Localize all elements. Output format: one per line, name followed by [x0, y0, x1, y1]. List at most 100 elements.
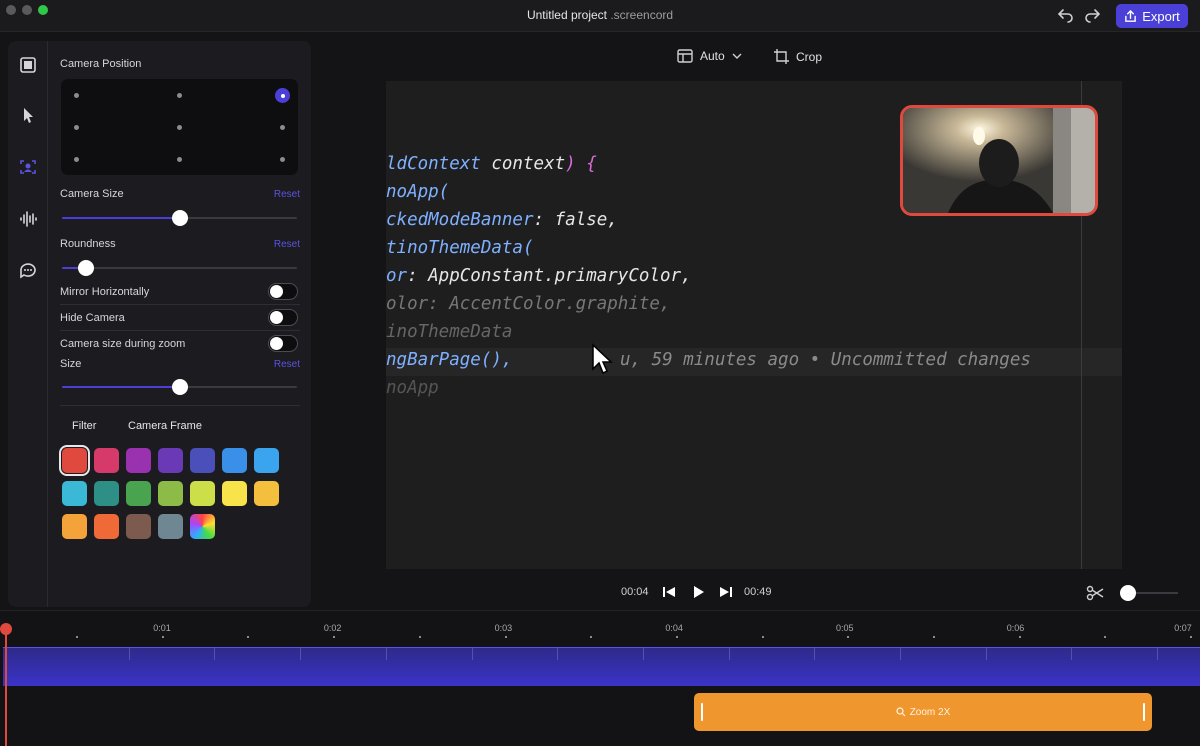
camera-size-slider[interactable]	[62, 210, 297, 226]
frame-color-swatch[interactable]	[190, 514, 215, 539]
frame-color-swatch[interactable]	[59, 445, 90, 476]
frame-color-swatch[interactable]	[222, 481, 247, 506]
roundness-reset[interactable]: Reset	[274, 239, 300, 250]
frame-color-swatch[interactable]	[158, 448, 183, 473]
frame-color-swatch[interactable]	[254, 481, 279, 506]
frame-color-swatch[interactable]	[254, 448, 279, 473]
redo-icon[interactable]	[1083, 6, 1103, 26]
tab-camera-frame[interactable]: Camera Frame	[128, 420, 202, 432]
undo-icon[interactable]	[1055, 6, 1075, 26]
zoom-clip[interactable]: Zoom 2X	[694, 693, 1152, 731]
divider	[60, 405, 300, 406]
frame-color-swatch[interactable]	[62, 514, 87, 539]
frame-color-swatch[interactable]	[158, 481, 183, 506]
size-slider[interactable]	[62, 379, 297, 395]
zoom-clip-label: Zoom 2X	[909, 706, 951, 718]
clip-frame-mark	[900, 648, 901, 660]
audio-waveform-icon[interactable]	[18, 209, 38, 229]
timeline-tick-label: 0:06	[1006, 623, 1025, 633]
position-top-left[interactable]	[74, 93, 79, 98]
frame-color-swatch[interactable]	[62, 481, 87, 506]
position-bottom-left[interactable]	[74, 157, 79, 162]
clip-frame-mark	[1157, 648, 1159, 660]
crop-icon	[774, 49, 789, 64]
project-extension: .screencord	[610, 8, 674, 22]
layout-dropdown[interactable]: Auto	[677, 49, 742, 63]
roundness-slider[interactable]	[62, 260, 297, 276]
frame-color-swatch[interactable]	[94, 481, 119, 506]
crop-button[interactable]: Crop	[774, 49, 822, 64]
mirror-horizontally-toggle[interactable]	[268, 283, 298, 300]
timeline-tick-label: 0:05	[836, 623, 854, 633]
video-track-clip[interactable]	[3, 647, 1200, 686]
timeline-zoom-slider[interactable]	[1120, 585, 1178, 601]
frame-color-swatch[interactable]	[126, 481, 151, 506]
frame-color-swatch[interactable]	[158, 514, 183, 539]
frame-color-swatch[interactable]	[94, 514, 119, 539]
clip-frame-mark	[728, 648, 730, 660]
code-token: ldContext	[386, 154, 481, 174]
frame-color-swatch[interactable]	[222, 448, 247, 473]
position-middle-center[interactable]	[177, 125, 182, 130]
screen-frame-icon[interactable]	[18, 55, 38, 75]
size-during-zoom-toggle[interactable]	[268, 335, 298, 352]
position-top-right-selected[interactable]	[275, 88, 290, 103]
timeline[interactable]: 0:01 0:02 0:03 0:04 0:05 0:06 0:07 Zoom 2X	[0, 610, 1200, 746]
code-line: olor: AccentColor.graphite,	[386, 294, 670, 314]
timeline-zoom-thumb[interactable]	[1120, 585, 1136, 601]
position-middle-left[interactable]	[74, 125, 79, 130]
position-bottom-right[interactable]	[280, 157, 285, 162]
export-button[interactable]: Export	[1116, 4, 1188, 28]
clip-frame-mark	[385, 648, 387, 660]
code-line: tinoThemeData(	[386, 238, 534, 258]
code-token: context	[480, 154, 566, 174]
frame-color-swatch[interactable]	[94, 448, 119, 473]
timeline-tick-dot	[1104, 636, 1107, 638]
timeline-tick-label: 0:01	[153, 623, 171, 633]
clip-frame-mark	[128, 648, 130, 660]
frame-color-swatch[interactable]	[126, 514, 151, 539]
timeline-tick-dot	[333, 636, 336, 638]
camera-icon[interactable]	[18, 157, 38, 177]
scissors-icon[interactable]	[1086, 585, 1104, 601]
position-middle-right[interactable]	[280, 125, 285, 130]
hide-camera-toggle[interactable]	[268, 309, 298, 326]
zoom-clip-right-handle[interactable]	[1143, 703, 1145, 721]
roundness-thumb[interactable]	[77, 260, 94, 276]
timeline-tick-dot	[418, 636, 421, 638]
video-preview[interactable]: ldContext context) {noApp(ckedModeBanner…	[386, 81, 1122, 569]
position-top-center[interactable]	[177, 93, 182, 98]
camera-size-reset[interactable]: Reset	[274, 189, 300, 200]
tab-filter[interactable]: Filter	[72, 420, 96, 432]
timeline-tick-dot	[933, 636, 935, 638]
webcam-overlay[interactable]	[900, 105, 1098, 216]
code-line: noApp	[386, 378, 439, 398]
frame-color-swatch[interactable]	[126, 448, 151, 473]
clip-frame-mark	[814, 648, 816, 660]
skip-forward-icon[interactable]	[719, 585, 733, 599]
timeline-tick-dot	[1190, 636, 1193, 638]
camera-position-grid[interactable]	[61, 79, 298, 175]
size-reset[interactable]: Reset	[274, 359, 300, 370]
size-thumb[interactable]	[171, 379, 188, 395]
zoom-clip-left-handle[interactable]	[701, 703, 703, 721]
play-icon[interactable]	[691, 585, 705, 599]
timeline-tick-dot	[161, 636, 164, 638]
timeline-tick-label: 0:04	[665, 623, 683, 633]
timeline-tick-label: 0:07	[1174, 623, 1192, 633]
clip-frame-mark	[642, 648, 644, 660]
frame-color-swatch[interactable]	[190, 481, 215, 506]
git-blame-annotation: u, 59 minutes ago • Uncommitted changes	[620, 350, 1031, 370]
code-token: noApp(	[386, 182, 450, 202]
code-line: ckedModeBanner: false,	[386, 210, 618, 230]
caption-bubble-icon[interactable]	[18, 260, 38, 280]
skip-back-icon[interactable]	[662, 585, 676, 599]
cursor-icon[interactable]	[18, 105, 38, 125]
camera-size-thumb[interactable]	[171, 210, 188, 226]
code-token: ngBarPage(),	[386, 350, 513, 370]
position-bottom-center[interactable]	[177, 157, 182, 162]
playhead[interactable]	[0, 623, 12, 746]
timeline-tick-label: 0:03	[494, 623, 513, 633]
project-name: Untitled project	[526, 8, 607, 22]
frame-color-swatch[interactable]	[190, 448, 215, 473]
